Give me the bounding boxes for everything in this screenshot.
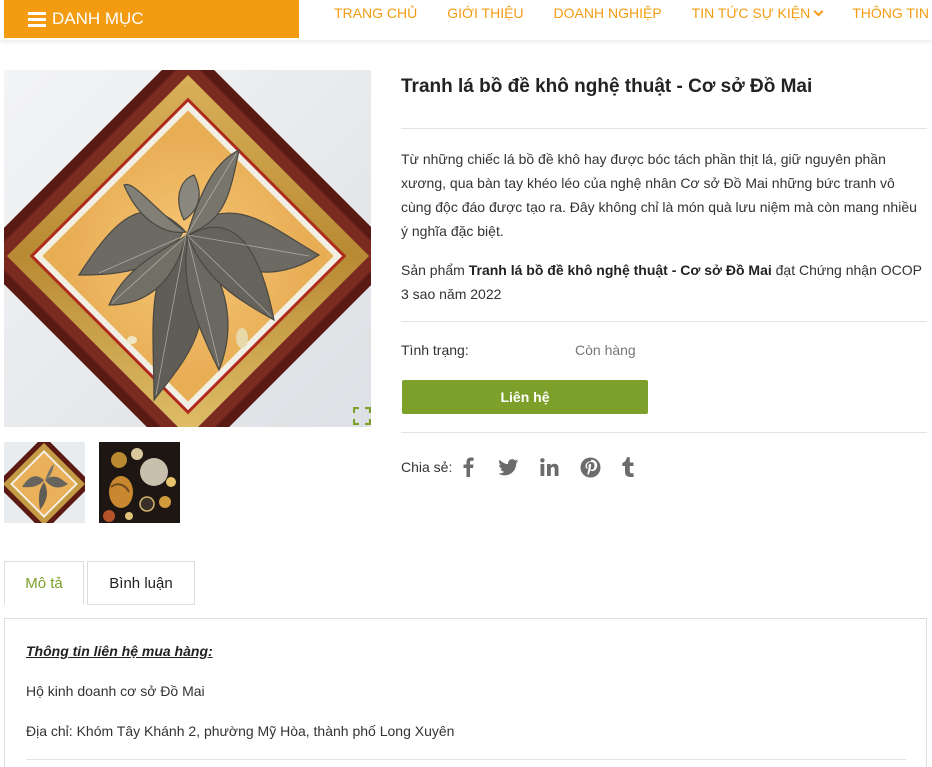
tumblr-icon[interactable] bbox=[621, 456, 635, 478]
pinterest-icon[interactable] bbox=[579, 456, 601, 478]
thumbnail-1[interactable] bbox=[4, 442, 85, 523]
divider bbox=[401, 432, 927, 433]
divider bbox=[26, 759, 906, 760]
product-description: Từ những chiếc lá bồ đề khô hay được bóc… bbox=[401, 151, 917, 239]
divider bbox=[401, 128, 927, 129]
status-label: Tình trạng: bbox=[401, 342, 469, 358]
product-certification: Sản phẩm Tranh lá bồ đề khô nghệ thuật -… bbox=[401, 258, 927, 306]
nav-item-label: TRANG CHỦ bbox=[334, 5, 418, 21]
hamburger-icon bbox=[28, 12, 46, 27]
nav-item-about[interactable]: GIỚI THIỆU bbox=[447, 5, 523, 21]
thumbnail-image bbox=[99, 442, 180, 523]
nav-item-label: DOANH NGHIỆP bbox=[553, 5, 662, 21]
nav-item-info[interactable]: THÔNG TIN bbox=[852, 5, 932, 21]
nav-item-home[interactable]: TRANG CHỦ bbox=[334, 5, 417, 21]
category-menu-label: DANH MỤC bbox=[52, 9, 144, 28]
share-label: Chia sẻ: bbox=[401, 459, 453, 475]
nav-item-label: THÔNG TIN bbox=[852, 5, 929, 21]
linkedin-icon[interactable] bbox=[539, 456, 559, 478]
chevron-down-icon bbox=[813, 6, 824, 16]
address-line: Địa chỉ: Khóm Tây Khánh 2, phường Mỹ Hòa… bbox=[26, 723, 455, 739]
nav-item-news[interactable]: TIN TỨC SỰ KIỆN bbox=[691, 5, 824, 21]
nav-item-label: GIỚI THIỆU bbox=[447, 5, 524, 21]
thumbnail-2[interactable] bbox=[99, 442, 180, 523]
nav-item-label: TIN TỨC SỰ KIỆN bbox=[691, 5, 811, 21]
twitter-icon[interactable] bbox=[497, 456, 519, 478]
tab-comments[interactable]: Bình luận bbox=[87, 561, 195, 605]
category-menu-button[interactable]: DANH MỤC bbox=[4, 0, 299, 38]
contact-info-heading: Thông tin liên hệ mua hàng: bbox=[26, 643, 213, 659]
cert-prefix: Sản phẩm bbox=[401, 262, 469, 278]
product-main-image[interactable] bbox=[4, 70, 371, 427]
tab-description[interactable]: Mô tả bbox=[4, 561, 84, 605]
contact-button[interactable]: Liên hệ bbox=[402, 380, 648, 414]
cert-product-name: Tranh lá bồ đề khô nghệ thuật - Cơ sở Đồ… bbox=[468, 262, 772, 278]
framed-leaf-artwork bbox=[4, 70, 371, 427]
thumbnail-image bbox=[4, 442, 85, 523]
facebook-icon[interactable] bbox=[461, 456, 475, 478]
main-nav: TRANG CHỦ GIỚI THIỆU DOANH NGHIỆP TIN TỨ… bbox=[334, 0, 932, 26]
divider bbox=[401, 321, 927, 322]
nav-item-business[interactable]: DOANH NGHIỆP bbox=[554, 5, 662, 21]
top-navbar: DANH MỤC TRANG CHỦ GIỚI THIỆU DOANH NGHI… bbox=[0, 0, 932, 40]
product-title: Tranh lá bồ đề khô nghệ thuật - Cơ sở Đồ… bbox=[401, 76, 813, 97]
business-name: Hộ kinh doanh cơ sở Đồ Mai bbox=[26, 683, 205, 699]
status-value: Còn hàng bbox=[575, 342, 636, 358]
expand-icon[interactable] bbox=[353, 407, 371, 425]
